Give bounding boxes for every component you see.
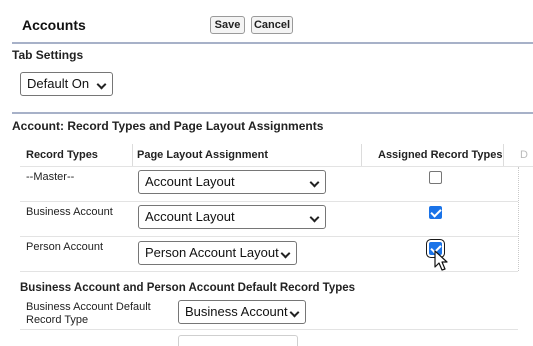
table-header: Record Types Page Layout Assignment Assi… xyxy=(20,144,533,166)
page-layout-select[interactable]: Person Account Layout xyxy=(138,241,297,265)
table-divider xyxy=(20,329,518,330)
column-header-page-layout: Page Layout Assignment xyxy=(137,149,269,161)
tab-settings-heading: Tab Settings xyxy=(12,48,84,62)
table-row: --Master-- Account Layout xyxy=(20,167,518,201)
record-type-name: --Master-- xyxy=(26,171,75,183)
page-layout-select[interactable]: Account Layout xyxy=(138,205,326,229)
column-divider xyxy=(132,144,133,166)
business-default-label: Business Account Default xyxy=(26,301,151,313)
business-default-label-cont: Record Type xyxy=(26,314,89,326)
page-layout-value: Person Account Layout xyxy=(145,245,279,260)
table-row: Business Account Account Layout xyxy=(20,202,518,236)
chevron-down-icon xyxy=(96,79,107,90)
cancel-button[interactable]: Cancel xyxy=(251,16,293,34)
page-layout-value: Account Layout xyxy=(145,209,235,224)
section-divider xyxy=(12,112,533,114)
assigned-checkbox[interactable] xyxy=(429,206,442,219)
business-default-value: Business Account xyxy=(185,304,288,319)
save-button[interactable]: Save xyxy=(210,16,245,34)
column-divider xyxy=(503,144,504,166)
chevron-down-icon xyxy=(309,177,320,188)
page-title: Accounts xyxy=(22,17,86,33)
header-divider xyxy=(12,42,533,44)
chevron-down-icon xyxy=(289,307,300,318)
chevron-down-icon xyxy=(280,248,291,259)
assigned-checkbox[interactable] xyxy=(429,171,442,184)
mouse-cursor-icon xyxy=(434,250,448,271)
person-default-select[interactable] xyxy=(178,335,298,346)
column-header-default: D xyxy=(520,149,528,161)
record-type-name: Business Account xyxy=(26,206,113,218)
column-divider xyxy=(361,144,362,166)
column-divider xyxy=(518,167,519,271)
tab-settings-value: Default On xyxy=(27,76,90,91)
page-layout-select[interactable]: Account Layout xyxy=(138,170,326,194)
record-types-heading: Account: Record Types and Page Layout As… xyxy=(12,119,324,133)
page-layout-value: Account Layout xyxy=(145,174,235,189)
chevron-down-icon xyxy=(309,212,320,223)
business-default-select[interactable]: Business Account xyxy=(178,300,306,324)
tab-settings-select[interactable]: Default On xyxy=(20,72,113,96)
default-record-types-heading: Business Account and Person Account Defa… xyxy=(20,282,356,294)
record-type-name: Person Account xyxy=(26,241,104,253)
column-header-record-types: Record Types xyxy=(26,149,98,161)
column-header-assigned: Assigned Record Types xyxy=(378,149,503,161)
